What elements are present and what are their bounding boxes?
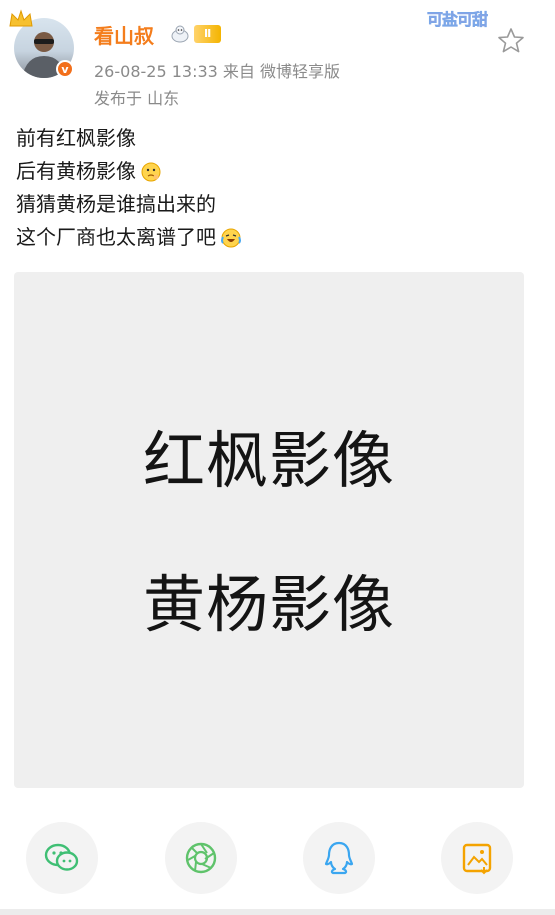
- post-line: 猜猜黄杨是谁搞出来的: [16, 192, 216, 216]
- user-badges: Ⅱ: [170, 24, 222, 44]
- post-image[interactable]: 红枫影像 黄杨影像: [14, 272, 524, 788]
- share-qq-button[interactable]: [303, 822, 375, 894]
- image-text-line2: 黄杨影像: [142, 568, 395, 641]
- post-line: 这个厂商也太离谱了吧: [16, 221, 242, 254]
- star-icon[interactable]: [496, 26, 526, 56]
- post-text: 前有红枫影像 后有黄杨影像 猜猜黄杨是谁搞出来的 这个厂商也太离谱了吧: [16, 122, 242, 254]
- post-line: 前有红枫影像: [16, 126, 136, 150]
- image-text-line1: 红枫影像: [142, 424, 395, 497]
- post-header: v 看山叔 Ⅱ 26-08-25 13:33 来自 微博轻享版 发布于 山东 可…: [0, 0, 555, 120]
- post-line: 后有黄杨影像: [16, 155, 242, 188]
- share-bar: [0, 814, 555, 894]
- laugh-cry-emoji-icon: [221, 228, 241, 247]
- avatar[interactable]: v: [9, 9, 74, 78]
- moments-icon: [185, 842, 217, 874]
- username[interactable]: 看山叔: [94, 20, 154, 49]
- post-source: 来自 微博轻享版: [222, 62, 341, 81]
- save-image-icon: [462, 843, 492, 875]
- wechat-icon: [44, 843, 79, 871]
- post-location: 发布于 山东: [94, 89, 180, 108]
- mascot-icon: [171, 25, 189, 43]
- post-timestamp: 26-08-25 13:33: [94, 62, 218, 81]
- crown-icon: [9, 9, 33, 27]
- sticker-decoration: 可盐可甜: [427, 10, 489, 30]
- save-image-button[interactable]: [441, 822, 513, 894]
- verified-badge: v: [56, 60, 74, 78]
- qq-icon: [324, 841, 354, 875]
- bottom-divider: [0, 909, 555, 915]
- hmm-face-emoji-icon: [141, 162, 161, 181]
- level-badge: Ⅱ: [194, 25, 222, 43]
- post-meta: 26-08-25 13:33 来自 微博轻享版: [94, 58, 340, 82]
- share-moments-button[interactable]: [165, 822, 237, 894]
- share-wechat-button[interactable]: [26, 822, 98, 894]
